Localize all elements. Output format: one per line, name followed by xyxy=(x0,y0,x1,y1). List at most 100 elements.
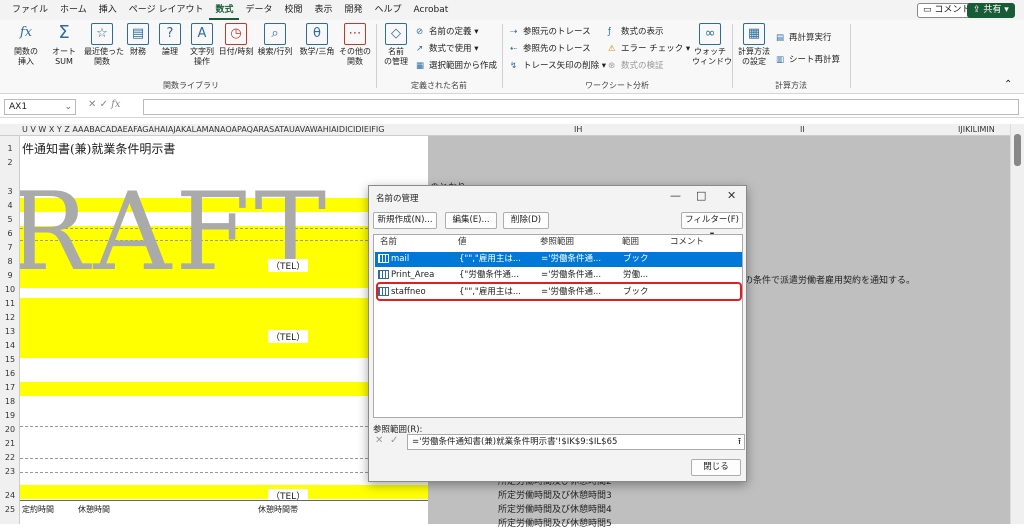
row-header[interactable]: 1 xyxy=(0,144,20,153)
minimize-icon[interactable]: — xyxy=(670,189,681,202)
check-icon[interactable]: ✓ xyxy=(100,99,108,110)
formula-input[interactable] xyxy=(143,99,1019,115)
table-icon xyxy=(378,254,389,263)
row-header[interactable]: 17 xyxy=(0,383,20,392)
watch-window-label: ウォッチ ウィンドウ xyxy=(692,47,732,66)
scrollbar-thumb[interactable] xyxy=(1014,134,1021,166)
column-header-scope[interactable]: 範囲 xyxy=(622,235,639,250)
row-header[interactable]: 4 xyxy=(0,201,20,210)
text-button[interactable]: A 文字列 操作 xyxy=(186,23,218,67)
insert-function-button[interactable]: fx 関数の 挿入 xyxy=(10,23,42,67)
financial-button[interactable]: ▤ 財務 xyxy=(122,23,154,57)
autosum-button[interactable]: Σ オート SUM xyxy=(48,23,80,67)
row-header[interactable]: 20 xyxy=(0,425,20,434)
magnifier-icon: ⌕ xyxy=(264,23,286,45)
worksheet-area[interactable]: RAFT 件通知書(兼)就業条件明示書 （TEL） （TEL） （TEL） 定約… xyxy=(20,136,428,524)
menu-developer[interactable]: 開発 xyxy=(339,0,369,20)
edit-button[interactable]: 編集(E)... xyxy=(445,212,497,229)
confirm-check-icon[interactable]: ✓ xyxy=(390,435,398,446)
column-header-name[interactable]: 名前 xyxy=(380,235,397,250)
delete-button[interactable]: 削除(D) xyxy=(503,212,549,229)
row-header[interactable]: 21 xyxy=(0,439,20,448)
close-icon[interactable]: ✕ xyxy=(88,99,96,110)
define-name-button[interactable]: ⊘ 名前の定義 ▾ xyxy=(416,26,478,39)
menu-acrobat[interactable]: Acrobat xyxy=(408,0,455,20)
use-in-formula-button[interactable]: ↗ 数式で使用 ▾ xyxy=(416,43,478,56)
row-header[interactable]: 5 xyxy=(0,215,20,224)
create-from-selection-button[interactable]: ▦ 選択範囲から作成 xyxy=(416,60,497,73)
datetime-button[interactable]: ◷ 日付/時刻 xyxy=(218,23,254,57)
calculate-sheet-button[interactable]: ▥ シート再計算 xyxy=(776,54,840,67)
logical-button[interactable]: ? 論理 xyxy=(154,23,186,57)
name-box[interactable]: AX1 ⌄ xyxy=(4,99,76,115)
maximize-icon[interactable]: □ xyxy=(696,189,706,202)
more-functions-label: その他の 関数 xyxy=(339,47,371,66)
row-header[interactable]: 18 xyxy=(0,397,20,406)
menu-insert[interactable]: 挿入 xyxy=(93,0,123,20)
name-row-mail[interactable]: mail {"","雇用主は... ='労働条件通... ブック xyxy=(375,252,742,267)
vertical-scrollbar[interactable] xyxy=(1010,124,1024,524)
trace-dependents-label: 参照先のトレース xyxy=(523,44,591,54)
menu-data[interactable]: データ xyxy=(239,0,278,20)
lookup-button[interactable]: ⌕ 検索/行列 xyxy=(256,23,294,57)
menu-home[interactable]: ホーム xyxy=(54,0,93,20)
column-header-refers-to[interactable]: 参照範囲 xyxy=(540,235,574,250)
share-button[interactable]: ⇪ 共有 ▾ xyxy=(967,3,1015,18)
recent-functions-button[interactable]: ☆ 最近使った 関数 xyxy=(84,23,124,67)
evaluate-formula-button[interactable]: ⊛ 数式の検証 xyxy=(608,60,664,73)
trace-dependents-button[interactable]: ⇠ 参照先のトレース xyxy=(510,43,591,56)
error-check-button[interactable]: ⚠ エラー チェック ▾ xyxy=(608,43,690,56)
close-icon[interactable]: ✕ xyxy=(727,189,736,202)
collapse-ribbon-icon[interactable]: ⌃ xyxy=(1004,78,1012,91)
row-header[interactable]: 6 xyxy=(0,229,20,238)
row-header[interactable]: 12 xyxy=(0,313,20,322)
row-header[interactable]: 16 xyxy=(0,369,20,378)
collapse-arrow-icon[interactable]: ⭱ xyxy=(738,435,741,449)
refers-to-input[interactable]: ='労働条件通知書(兼)就業条件明示書'!$IK$9:$IL$65 ⭱ xyxy=(407,434,745,450)
row-header[interactable]: 24 xyxy=(0,491,20,500)
menu-help[interactable]: ヘルプ xyxy=(369,0,408,20)
trace-precedents-button[interactable]: ⇢ 参照元のトレース xyxy=(510,26,591,39)
row-header[interactable]: 14 xyxy=(0,341,20,350)
menu-file[interactable]: ファイル xyxy=(6,0,54,20)
column-header-comment[interactable]: コメント xyxy=(670,235,704,250)
row-header[interactable]: 7 xyxy=(0,243,20,252)
calculate-now-button[interactable]: ▤ 再計算実行 xyxy=(776,32,832,45)
fx-icon[interactable]: fx xyxy=(111,99,120,110)
names-list[interactable]: 名前 値 参照範囲 範囲 コメント mail {"","雇用主は... ='労働… xyxy=(373,234,743,418)
row-header[interactable]: 15 xyxy=(0,355,20,364)
new-button[interactable]: 新規作成(N)... xyxy=(373,212,437,229)
row-header[interactable]: 13 xyxy=(0,327,20,336)
watch-window-button[interactable]: ∞ ウォッチ ウィンドウ xyxy=(692,23,732,67)
edit-button-label: 編集(E)... xyxy=(452,215,490,225)
menu-review[interactable]: 校閲 xyxy=(278,0,308,20)
row-header[interactable]: 19 xyxy=(0,411,20,420)
row-header[interactable]: 11 xyxy=(0,299,20,308)
calculation-options-button[interactable]: ▦ 計算方法 の設定 xyxy=(736,23,772,67)
insert-function-label: 関数の 挿入 xyxy=(14,47,38,66)
row-header[interactable]: 2 xyxy=(0,158,20,167)
menu-view[interactable]: 表示 xyxy=(309,0,339,20)
close-button[interactable]: 閉じる xyxy=(691,459,741,476)
name-row-print-area[interactable]: Print_Area {"労働条件通... ='労働条件通... 労働... xyxy=(375,268,742,283)
menu-page-layout[interactable]: ページ レイアウト xyxy=(123,0,210,20)
row-header[interactable]: 8 xyxy=(0,257,20,266)
filter-button[interactable]: フィルター(F) ▾ xyxy=(681,212,743,240)
share-icon: ⇪ xyxy=(973,5,981,15)
bottom-label: 休憩時間帯 xyxy=(258,505,298,514)
remove-arrows-button[interactable]: ↯ トレース矢印の削除 ▾ xyxy=(510,60,606,73)
row-header[interactable]: 3 xyxy=(0,187,20,196)
cancel-x-icon[interactable]: ✕ xyxy=(375,435,383,446)
name-manager-button[interactable]: ◇ 名前 の管理 xyxy=(380,23,412,67)
math-trig-button[interactable]: θ 数学/三角 xyxy=(298,23,336,57)
row-header[interactable]: 23 xyxy=(0,467,20,476)
row-header[interactable]: 25 xyxy=(0,505,20,514)
row-header[interactable]: 22 xyxy=(0,453,20,462)
row-header[interactable]: 9 xyxy=(0,271,20,280)
column-header-value[interactable]: 値 xyxy=(458,235,467,250)
create-selection-icon: ▦ xyxy=(416,61,425,71)
row-header[interactable]: 10 xyxy=(0,285,20,294)
menu-formulas[interactable]: 数式 xyxy=(209,0,240,20)
more-functions-button[interactable]: ⋯ その他の 関数 xyxy=(338,23,372,67)
show-formulas-button[interactable]: ƒ 数式の表示 xyxy=(608,26,664,39)
